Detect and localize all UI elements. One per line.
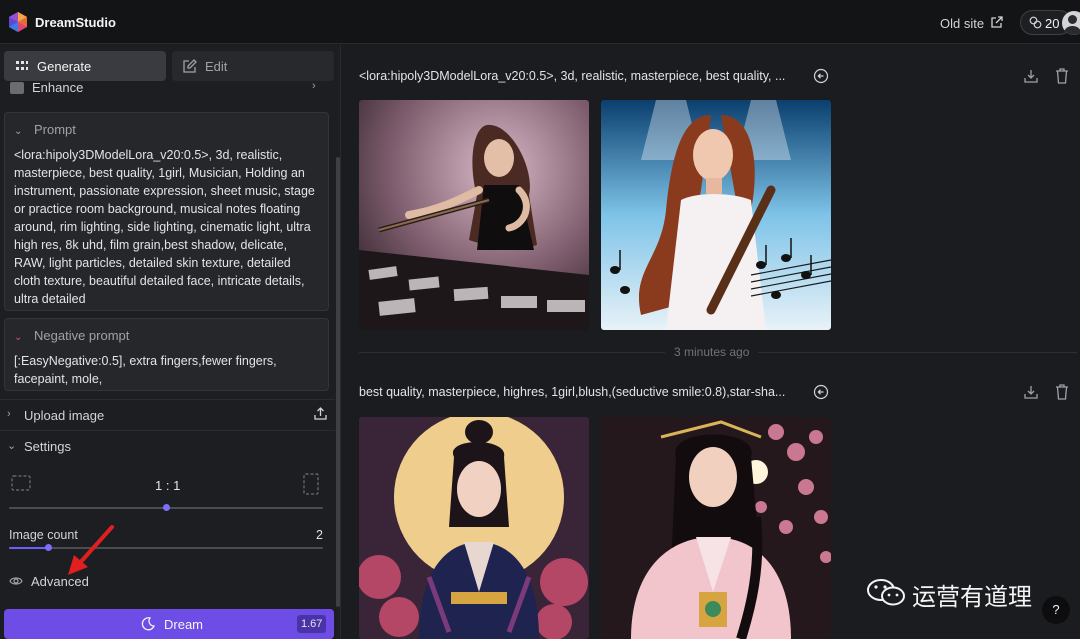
image-count-value: 2 bbox=[316, 528, 323, 542]
top-bar: DreamStudio Old site 20 bbox=[0, 0, 1080, 44]
generation-prompt-1: <lora:hipoly3DModelLora_v20:0.5>, 3d, re… bbox=[359, 69, 786, 83]
dream-button-label: Dream bbox=[164, 617, 204, 632]
hanfu-blossom-image[interactable] bbox=[601, 417, 831, 639]
generation-prompt-2: best quality, masterpiece, highres, 1gir… bbox=[359, 385, 786, 399]
image-count-slider[interactable] bbox=[9, 547, 323, 549]
negative-prompt-textarea[interactable]: [:EasyNegative:0.5], extra fingers,fewer… bbox=[14, 352, 319, 388]
dreamstudio-logo-icon[interactable] bbox=[7, 11, 29, 33]
negative-prompt-panel[interactable]: ⌄ Negative prompt [:EasyNegative:0.5], ex… bbox=[4, 318, 329, 391]
chevron-down-icon: ⌄ bbox=[14, 332, 23, 343]
app-name: DreamStudio bbox=[35, 15, 116, 30]
dream-cost-badge: 1.67 bbox=[297, 615, 327, 633]
trash-icon[interactable] bbox=[1055, 384, 1069, 400]
external-link-icon[interactable] bbox=[990, 16, 1003, 29]
image-count-slider-fill bbox=[9, 547, 49, 549]
chevron-down-icon: ⌄ bbox=[7, 440, 17, 452]
reuse-prompt-icon[interactable] bbox=[813, 68, 829, 84]
settings-row[interactable]: ⌄ Settings bbox=[0, 430, 335, 460]
credits-icon bbox=[1029, 16, 1042, 29]
generations-feed: <lora:hipoly3DModelLora_v20:0.5>, 3d, re… bbox=[342, 45, 1080, 639]
portrait-ratio-icon[interactable] bbox=[303, 473, 319, 495]
tab-edit-label: Edit bbox=[205, 59, 228, 74]
chevron-down-icon: ⌄ bbox=[14, 126, 23, 137]
help-button[interactable]: ? bbox=[1042, 596, 1070, 624]
upload-icon[interactable] bbox=[313, 406, 328, 421]
user-avatar[interactable] bbox=[1062, 11, 1080, 35]
upload-image-row[interactable]: › Upload image bbox=[0, 399, 335, 429]
enhance-row[interactable]: Enhance › bbox=[10, 80, 320, 94]
sidebar-scrollbar[interactable] bbox=[336, 157, 340, 607]
aspect-ratio-value: 1 : 1 bbox=[155, 478, 181, 493]
prompt-panel[interactable]: ⌄ Prompt <lora:hipoly3DModelLora_v20:0.5>… bbox=[4, 112, 329, 311]
enhance-label: Enhance bbox=[32, 80, 84, 94]
wechat-icon bbox=[867, 579, 905, 606]
negative-prompt-header[interactable]: ⌄ Negative prompt bbox=[14, 328, 129, 343]
tab-edit[interactable]: Edit bbox=[172, 51, 334, 81]
musician-violin-image[interactable] bbox=[359, 100, 589, 330]
old-site-link[interactable]: Old site bbox=[940, 16, 984, 31]
prompt-header-label: Prompt bbox=[34, 122, 76, 137]
landscape-ratio-icon[interactable] bbox=[11, 475, 31, 491]
prompt-textarea[interactable]: <lora:hipoly3DModelLora_v20:0.5>, 3d, re… bbox=[14, 146, 319, 308]
grid-icon bbox=[16, 61, 28, 70]
eye-icon bbox=[9, 577, 23, 585]
chevron-right-icon: › bbox=[7, 408, 11, 420]
advanced-toggle[interactable]: Advanced bbox=[31, 574, 89, 589]
aspect-ratio-slider-thumb[interactable] bbox=[162, 504, 170, 511]
moon-icon bbox=[141, 617, 155, 631]
red-arrow-annotation bbox=[68, 525, 114, 575]
trash-icon[interactable] bbox=[1055, 68, 1069, 84]
hanfu-moon-image[interactable] bbox=[359, 417, 589, 639]
musician-sheet-music-image[interactable] bbox=[601, 100, 831, 330]
negative-prompt-header-label: Negative prompt bbox=[34, 328, 130, 343]
enhance-icon bbox=[10, 82, 24, 94]
reuse-prompt-icon[interactable] bbox=[813, 384, 829, 400]
watermark: 运营有道理 bbox=[866, 575, 1046, 611]
credits-count: 20 bbox=[1045, 16, 1060, 31]
tab-generate[interactable]: Generate bbox=[4, 51, 166, 81]
prompt-header[interactable]: ⌄ Prompt bbox=[14, 122, 76, 137]
chevron-right-icon: › bbox=[312, 80, 316, 92]
watermark-text: 运营有道理 bbox=[912, 583, 1032, 611]
download-icon[interactable] bbox=[1023, 68, 1039, 84]
dream-button[interactable]: Dream 1.67 bbox=[4, 609, 334, 639]
upload-image-label: Upload image bbox=[24, 408, 105, 423]
time-label: 3 minutes ago bbox=[665, 345, 759, 359]
image-count-slider-thumb[interactable] bbox=[44, 544, 52, 551]
download-icon[interactable] bbox=[1023, 384, 1039, 400]
settings-label: Settings bbox=[24, 439, 71, 454]
edit-icon bbox=[183, 59, 197, 73]
tab-generate-label: Generate bbox=[37, 59, 92, 74]
sidebar: Generate Edit Enhance › ⌄ Prompt <lora:hi… bbox=[0, 45, 341, 639]
